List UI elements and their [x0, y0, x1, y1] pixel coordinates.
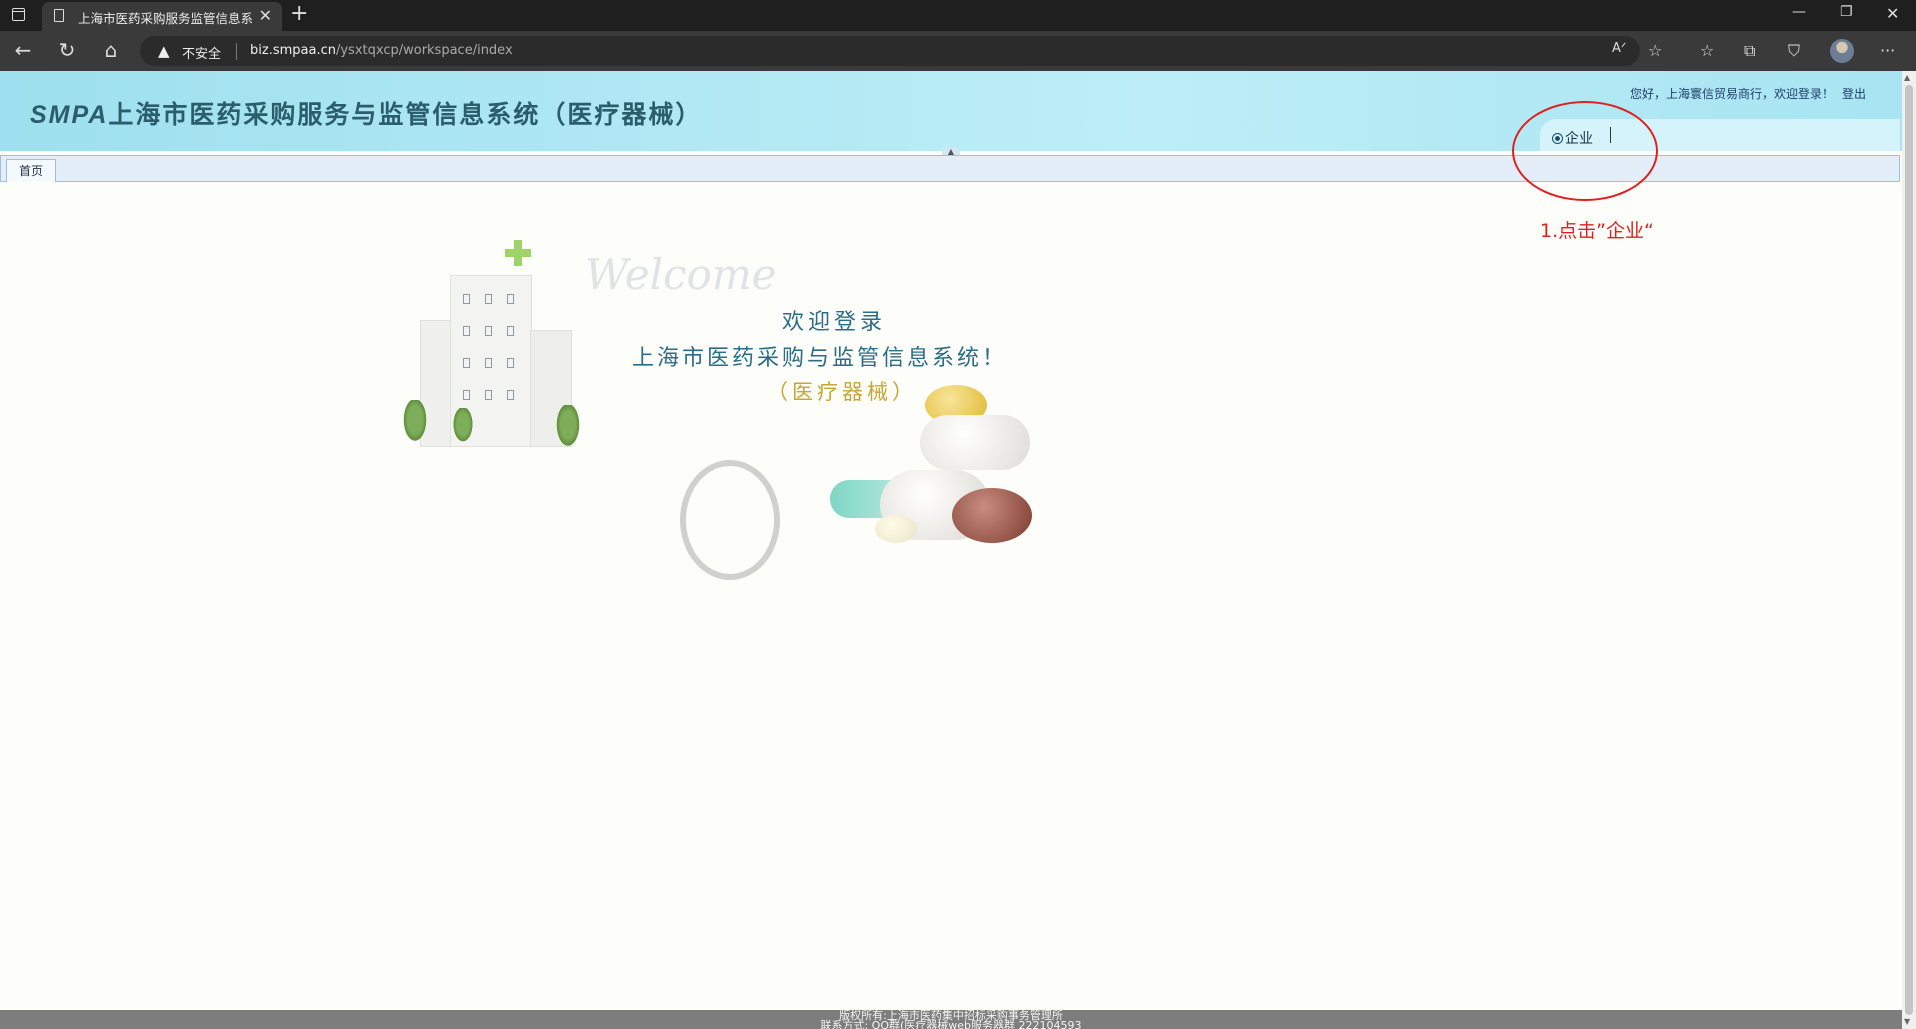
brown-pill-icon	[952, 488, 1032, 543]
profile-avatar-icon[interactable]	[1830, 39, 1854, 63]
scroll-down-icon[interactable]: ▼	[1904, 1017, 1910, 1026]
tree-icon	[452, 408, 474, 444]
address-bar: ← ↻ ⌂ ▲ 不安全 biz.smpaa.cn/ysxtqxcp/worksp…	[0, 31, 1916, 71]
minimize-icon[interactable]: —	[1792, 4, 1806, 20]
back-icon[interactable]: ←	[8, 38, 38, 62]
window	[485, 326, 492, 336]
tree-icon	[555, 405, 581, 449]
read-aloud-icon[interactable]: Aᐟ	[1612, 41, 1626, 56]
refresh-icon[interactable]: ↻	[52, 38, 82, 62]
small-tablet-icon	[875, 515, 917, 543]
logo-prefix: SMPA	[30, 101, 109, 129]
welcome-banner: Welcome 欢迎登录 上海市医药采购与监管信息系统！ （医疗器械）	[390, 230, 1090, 610]
window	[507, 326, 514, 336]
welcome-line-3: （医疗器械）	[767, 380, 917, 404]
welcome-line-1: 欢迎登录	[782, 310, 887, 335]
user-greeting: 您好，上海寰信贸易商行，欢迎登录！ 登出	[1630, 85, 1866, 102]
logo-title: 上海市医药采购服务与监管信息系统（医疗器械）	[108, 100, 703, 129]
browser-tab[interactable]: 上海市医药采购服务监管信息系 ✕	[42, 2, 282, 31]
url-divider	[236, 43, 237, 60]
collections-icon[interactable]: ⧉	[1744, 41, 1755, 61]
tab-actions-icon[interactable]	[12, 8, 25, 21]
more-icon[interactable]: ···	[1880, 41, 1895, 60]
url-host: biz.smpaa.cn	[250, 43, 336, 58]
warning-icon[interactable]: ▲	[158, 42, 170, 60]
system-logo: SMPA上海市医药采购服务与监管信息系统（医疗器械）	[30, 95, 702, 131]
home-icon[interactable]: ⌂	[96, 38, 126, 62]
window	[463, 326, 470, 336]
page-icon	[54, 9, 64, 22]
welcome-line-2: 上海市医药采购与监管信息系统！	[632, 346, 1008, 371]
restore-icon[interactable]: ❐	[1840, 4, 1853, 20]
medical-cross-icon	[505, 240, 531, 266]
scroll-up-icon[interactable]: ▲	[1904, 73, 1910, 82]
tab-home[interactable]: 首页	[6, 159, 56, 182]
stethoscope-icon	[680, 460, 780, 580]
window	[463, 294, 470, 304]
white-tablet-icon	[920, 415, 1030, 470]
annotation-text: 1.点击”企业“	[1540, 220, 1654, 242]
window	[485, 358, 492, 368]
tab-title: 上海市医药采购服务监管信息系	[78, 11, 253, 26]
footer-contact: 联系方式: QQ群(医疗器械web服务器群 222104593	[820, 1019, 1082, 1029]
insecure-label[interactable]: 不安全	[182, 43, 221, 62]
favorites-icon[interactable]: ☆	[1700, 41, 1714, 60]
close-tab-icon[interactable]: ✕	[259, 6, 272, 25]
browser-tab-bar: 上海市医药采购服务监管信息系 ✕ + — ❐ ✕	[0, 0, 1916, 31]
url-path: /ysxtqxcp/workspace/index	[335, 43, 513, 58]
window	[485, 294, 492, 304]
url-field[interactable]: ▲ 不安全 biz.smpaa.cn/ysxtqxcp/workspace/in…	[140, 36, 1640, 66]
scroll-thumb[interactable]	[1905, 85, 1913, 1015]
logout-link[interactable]: 登出	[1842, 87, 1866, 101]
greeting-text: 您好，上海寰信贸易商行，欢迎登录！	[1629, 87, 1834, 101]
page-scrollbar[interactable]: ▲ ▼	[1902, 71, 1916, 1029]
url-text[interactable]: biz.smpaa.cn/ysxtqxcp/workspace/index	[250, 43, 513, 58]
window	[507, 390, 514, 400]
window	[463, 358, 470, 368]
welcome-script-text: Welcome	[585, 250, 777, 299]
window	[485, 390, 492, 400]
annotation-circle	[1512, 101, 1658, 201]
page-footer: 版权所有:上海市医药集中招标采购事务管理所 联系方式: QQ群(医疗器械web服…	[0, 1010, 1902, 1029]
window	[507, 294, 514, 304]
browser-essentials-icon[interactable]: ⛉	[1788, 41, 1800, 61]
new-tab-icon[interactable]: +	[290, 1, 308, 26]
window	[507, 358, 514, 368]
window	[463, 390, 470, 400]
close-window-icon[interactable]: ✕	[1886, 4, 1899, 23]
tree-icon	[402, 400, 428, 444]
add-favorite-icon[interactable]: ☆	[1648, 41, 1662, 60]
